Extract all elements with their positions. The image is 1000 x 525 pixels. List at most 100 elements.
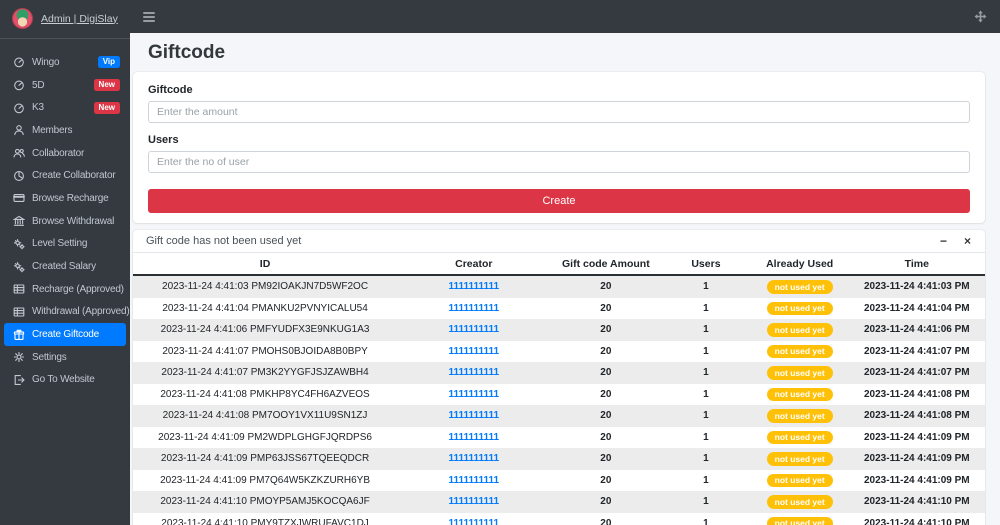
status-badge: not used yet bbox=[767, 452, 833, 466]
hamburger-menu-icon[interactable] bbox=[143, 10, 155, 24]
sidebar-item-browse-recharge[interactable]: Browse Recharge bbox=[4, 187, 126, 210]
giftcode-results-panel: Gift code has not been used yet − × IDCr… bbox=[133, 230, 985, 525]
table-row: 2023-11-24 4:41:09 PM7Q64W5KZKZURH6YB111… bbox=[133, 470, 985, 492]
sidebar-item-created-salary[interactable]: Created Salary bbox=[4, 255, 126, 278]
cell-amount: 20 bbox=[550, 513, 661, 525]
sidebar: Admin | DigiSlay WingoVip5DNewK3NewMembe… bbox=[0, 0, 130, 525]
cell-time: 2023-11-24 4:41:06 PM bbox=[849, 319, 985, 341]
brand-link[interactable]: Admin | DigiSlay bbox=[41, 13, 118, 25]
cell-status: not used yet bbox=[751, 448, 849, 470]
close-icon[interactable]: × bbox=[964, 235, 971, 247]
sidebar-item-badge: New bbox=[94, 79, 120, 91]
user-icon bbox=[13, 124, 25, 136]
cell-time: 2023-11-24 4:41:07 PM bbox=[849, 362, 985, 384]
cell-creator: 1111111111 bbox=[397, 298, 550, 320]
column-header-already-used: Already Used bbox=[751, 253, 849, 275]
table-icon bbox=[13, 306, 25, 318]
sidebar-item-label: Collaborator bbox=[32, 148, 84, 159]
create-button[interactable]: Create bbox=[148, 189, 970, 213]
creator-link[interactable]: 1111111111 bbox=[448, 475, 499, 486]
cell-creator: 1111111111 bbox=[397, 362, 550, 384]
giftcode-label: Giftcode bbox=[148, 84, 970, 96]
cell-amount: 20 bbox=[550, 427, 661, 449]
cell-time: 2023-11-24 4:41:04 PM bbox=[849, 298, 985, 320]
page-title: Giftcode bbox=[148, 42, 985, 64]
creator-link[interactable]: 1111111111 bbox=[448, 303, 499, 314]
cell-time: 2023-11-24 4:41:08 PM bbox=[849, 384, 985, 406]
users-label: Users bbox=[148, 134, 970, 146]
cell-id: 2023-11-24 4:41:08 PMKHP8YC4FH6AZVEOS bbox=[133, 384, 397, 406]
creator-link[interactable]: 1111111111 bbox=[448, 367, 499, 378]
cell-id: 2023-11-24 4:41:10 PMOYP5AMJ5KOCQA6JF bbox=[133, 491, 397, 513]
creator-link[interactable]: 1111111111 bbox=[448, 432, 499, 443]
sidebar-item-label: Browse Withdrawal bbox=[32, 216, 114, 227]
sidebar-item-5d[interactable]: 5DNew bbox=[4, 74, 126, 97]
giftcode-table: IDCreatorGift code AmountUsersAlready Us… bbox=[133, 253, 985, 525]
cell-status: not used yet bbox=[751, 513, 849, 525]
sidebar-item-members[interactable]: Members bbox=[4, 119, 126, 142]
cell-creator: 1111111111 bbox=[397, 319, 550, 341]
cell-time: 2023-11-24 4:41:10 PM bbox=[849, 491, 985, 513]
sidebar-item-level-setting[interactable]: Level Setting bbox=[4, 233, 126, 256]
column-header-gift-code-amount: Gift code Amount bbox=[550, 253, 661, 275]
creator-link[interactable]: 1111111111 bbox=[448, 281, 499, 292]
creator-link[interactable]: 1111111111 bbox=[448, 496, 499, 507]
cell-users: 1 bbox=[661, 491, 750, 513]
sidebar-item-label: Withdrawal (Approved) bbox=[32, 306, 130, 317]
cell-id: 2023-11-24 4:41:04 PMANKU2PVNYICALU54 bbox=[133, 298, 397, 320]
status-badge: not used yet bbox=[767, 388, 833, 402]
gauge-icon bbox=[13, 56, 25, 68]
table-row: 2023-11-24 4:41:03 PM92IOAKJN7D5WF2OC 111… bbox=[133, 275, 985, 298]
sidebar-item-go-to-website[interactable]: Go To Website bbox=[4, 369, 126, 392]
cell-creator: 1111111111 bbox=[397, 384, 550, 406]
table-row: 2023-11-24 4:41:04 PMANKU2PVNYICALU54 111… bbox=[133, 298, 985, 320]
cell-amount: 20 bbox=[550, 275, 661, 298]
table-row: 2023-11-24 4:41:07 PM3K2YYGFJSJZAWBH4111… bbox=[133, 362, 985, 384]
sidebar-item-settings[interactable]: Settings bbox=[4, 346, 126, 369]
cell-creator: 1111111111 bbox=[397, 513, 550, 525]
cell-id: 2023-11-24 4:41:06 PMFYUDFX3E9NKUG1A3 bbox=[133, 319, 397, 341]
cell-users: 1 bbox=[661, 362, 750, 384]
table-icon bbox=[13, 283, 25, 295]
cell-id: 2023-11-24 4:41:08 PM7OOY1VX11U9SN1ZJ bbox=[133, 405, 397, 427]
sidebar-item-label: Level Setting bbox=[32, 238, 87, 249]
fullscreen-icon[interactable] bbox=[974, 10, 987, 23]
status-badge: not used yet bbox=[767, 409, 833, 423]
cell-time: 2023-11-24 4:41:03 PM bbox=[849, 275, 985, 298]
sidebar-item-recharge-approved[interactable]: Recharge (Approved) bbox=[4, 278, 126, 301]
creator-link[interactable]: 1111111111 bbox=[448, 324, 499, 335]
creator-link[interactable]: 1111111111 bbox=[448, 346, 499, 357]
sidebar-item-browse-withdrawal[interactable]: Browse Withdrawal bbox=[4, 210, 126, 233]
giftcode-amount-input[interactable] bbox=[148, 101, 970, 123]
status-badge: not used yet bbox=[767, 366, 833, 380]
sidebar-item-create-giftcode[interactable]: Create Giftcode bbox=[4, 323, 126, 346]
cell-status: not used yet bbox=[751, 275, 849, 298]
sidebar-item-collaborator[interactable]: Collaborator bbox=[4, 142, 126, 165]
users-count-input[interactable] bbox=[148, 151, 970, 173]
sidebar-item-withdrawal-approved[interactable]: Withdrawal (Approved) bbox=[4, 301, 126, 324]
sidebar-item-label: Created Salary bbox=[32, 261, 96, 272]
avatar bbox=[12, 8, 33, 29]
creator-link[interactable]: 1111111111 bbox=[448, 518, 499, 525]
cell-creator: 1111111111 bbox=[397, 341, 550, 363]
topbar bbox=[130, 0, 1000, 33]
sidebar-item-create-collaborator[interactable]: Create Collaborator bbox=[4, 164, 126, 187]
cell-id: 2023-11-24 4:41:10 PMY9TZXJWRUFAVC1DJ bbox=[133, 513, 397, 525]
cell-id: 2023-11-24 4:41:09 PM2WDPLGHGFJQRDPS6 bbox=[133, 427, 397, 449]
minimize-icon[interactable]: − bbox=[940, 235, 947, 247]
giftcode-form-card: Giftcode Users Create bbox=[133, 72, 985, 223]
sidebar-item-wingo[interactable]: WingoVip bbox=[4, 51, 126, 74]
cell-users: 1 bbox=[661, 319, 750, 341]
sidebar-item-k3[interactable]: K3New bbox=[4, 96, 126, 119]
creator-link[interactable]: 1111111111 bbox=[448, 410, 499, 421]
cell-amount: 20 bbox=[550, 298, 661, 320]
cell-id: 2023-11-24 4:41:03 PM92IOAKJN7D5WF2OC bbox=[133, 275, 397, 298]
sidebar-brand[interactable]: Admin | DigiSlay bbox=[0, 0, 130, 39]
main-content: Giftcode Giftcode Users Create Gift code… bbox=[130, 33, 1000, 525]
cell-users: 1 bbox=[661, 448, 750, 470]
sidebar-item-badge: Vip bbox=[98, 56, 120, 68]
creator-link[interactable]: 1111111111 bbox=[448, 453, 499, 464]
cell-time: 2023-11-24 4:41:08 PM bbox=[849, 405, 985, 427]
creator-link[interactable]: 1111111111 bbox=[448, 389, 499, 400]
sidebar-item-label: Settings bbox=[32, 352, 67, 363]
